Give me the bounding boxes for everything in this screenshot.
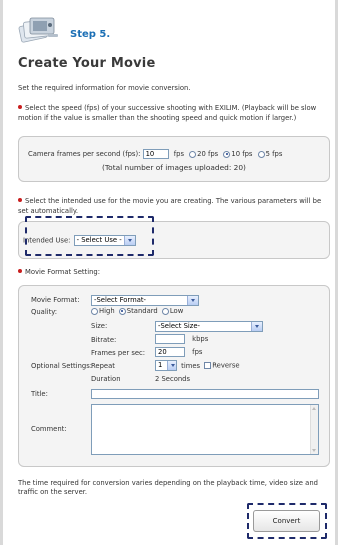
footer-note: The time required for conversion varies … — [18, 479, 318, 496]
fps-unit: fps — [173, 150, 184, 158]
quality-label: Quality: — [31, 308, 58, 316]
comment-scrollbar[interactable] — [310, 405, 318, 454]
bitrate-input[interactable] — [155, 334, 185, 344]
use-note-text: Select the intended use for the movie yo… — [18, 197, 322, 215]
quality-low-label: Low — [169, 307, 184, 315]
movie-format-select[interactable]: -Select Format- — [91, 295, 199, 306]
scroll-up-icon[interactable] — [312, 406, 317, 411]
frames-per-sec-unit: fps — [192, 348, 203, 356]
radio-icon — [161, 307, 169, 315]
quality-high-label: High — [99, 307, 115, 315]
size-value: -Select Size- — [158, 322, 200, 330]
radio-selected-icon — [118, 307, 126, 315]
camera-photos-icon — [18, 17, 58, 43]
title-label: Title: — [31, 390, 48, 398]
radio-selected-icon — [223, 150, 231, 158]
frames-per-sec-label: Frames per sec: — [91, 349, 146, 357]
movie-format-value: -Select Format- — [94, 296, 146, 304]
quality-high[interactable]: High — [91, 307, 115, 315]
size-label: Size: — [91, 322, 108, 330]
radio-icon — [189, 150, 197, 158]
quality-standard[interactable]: Standard — [118, 307, 158, 315]
comment-label: Comment: — [31, 425, 67, 433]
fps-option-10-label: 10 fps — [231, 150, 253, 158]
quality-standard-label: Standard — [126, 307, 158, 315]
format-panel: Movie Format: -Select Format- Quality: H… — [18, 285, 330, 467]
fps-option-20[interactable]: 20 fps — [189, 150, 218, 158]
duration-value: 2 Seconds — [155, 375, 191, 383]
highlight-intended-use — [25, 216, 154, 256]
speed-note-text: Select the speed (fps) of your successiv… — [18, 104, 317, 122]
quality-options: High Standard Low — [91, 307, 183, 315]
bullet-icon — [18, 269, 22, 273]
quality-low[interactable]: Low — [161, 307, 184, 315]
fps-option-20-label: 20 fps — [197, 150, 219, 158]
intro-text: Set the required information for movie c… — [18, 84, 191, 92]
bitrate-label: Bitrate: — [91, 336, 117, 344]
uploaded-count: (Total number of images uploaded: 20) — [102, 163, 246, 172]
bitrate-row: kbps — [155, 334, 208, 344]
repeat-label: Repeat — [91, 362, 115, 370]
fps-label: Camera frames per second (fps): — [28, 150, 141, 158]
highlight-convert — [247, 503, 327, 539]
chevron-down-icon — [187, 296, 198, 305]
speed-panel: Camera frames per second (fps): 10 fps 2… — [18, 136, 330, 182]
radio-icon — [91, 307, 98, 315]
repeat-value: 1 — [158, 361, 163, 369]
movie-format-label: Movie Format: — [31, 296, 80, 304]
speed-note: Select the speed (fps) of your successiv… — [18, 103, 330, 123]
duration-label: Duration — [91, 375, 121, 383]
frames-per-sec-input[interactable]: 20 — [155, 347, 185, 357]
reverse-label: Reverse — [212, 361, 240, 370]
page-title: Create Your Movie — [18, 56, 156, 71]
bullet-icon — [18, 198, 22, 202]
fps-input[interactable]: 10 — [142, 149, 169, 159]
size-select[interactable]: -Select Size- — [155, 321, 263, 332]
repeat-row: 1 times Reverse — [155, 360, 240, 371]
fps-option-5[interactable]: 5 fps — [257, 150, 283, 158]
radio-icon — [257, 150, 265, 158]
scroll-down-icon[interactable] — [312, 448, 317, 453]
speed-row: Camera frames per second (fps): 10 fps 2… — [28, 149, 282, 159]
reverse-checkbox[interactable] — [204, 362, 212, 369]
repeat-select[interactable]: 1 — [155, 360, 177, 371]
format-heading: Movie Format Setting: — [18, 267, 330, 277]
chevron-down-icon — [251, 322, 262, 331]
frames-per-sec-row: 20 fps — [155, 347, 202, 357]
bitrate-unit: kbps — [192, 335, 209, 343]
format-heading-text: Movie Format Setting: — [25, 268, 101, 276]
bullet-icon — [18, 105, 22, 109]
title-input[interactable] — [91, 389, 319, 399]
comment-textarea[interactable] — [91, 404, 319, 455]
use-note: Select the intended use for the movie yo… — [18, 196, 330, 216]
fps-option-5-label: 5 fps — [265, 150, 283, 158]
step-label: Step 5. — [70, 29, 111, 40]
optional-settings-label: Optional Settings: — [31, 362, 93, 370]
chevron-down-icon — [167, 361, 176, 370]
step-header: Step 5. — [18, 14, 318, 44]
times-label: times — [181, 361, 201, 370]
fps-option-10[interactable]: 10 fps — [223, 150, 252, 158]
